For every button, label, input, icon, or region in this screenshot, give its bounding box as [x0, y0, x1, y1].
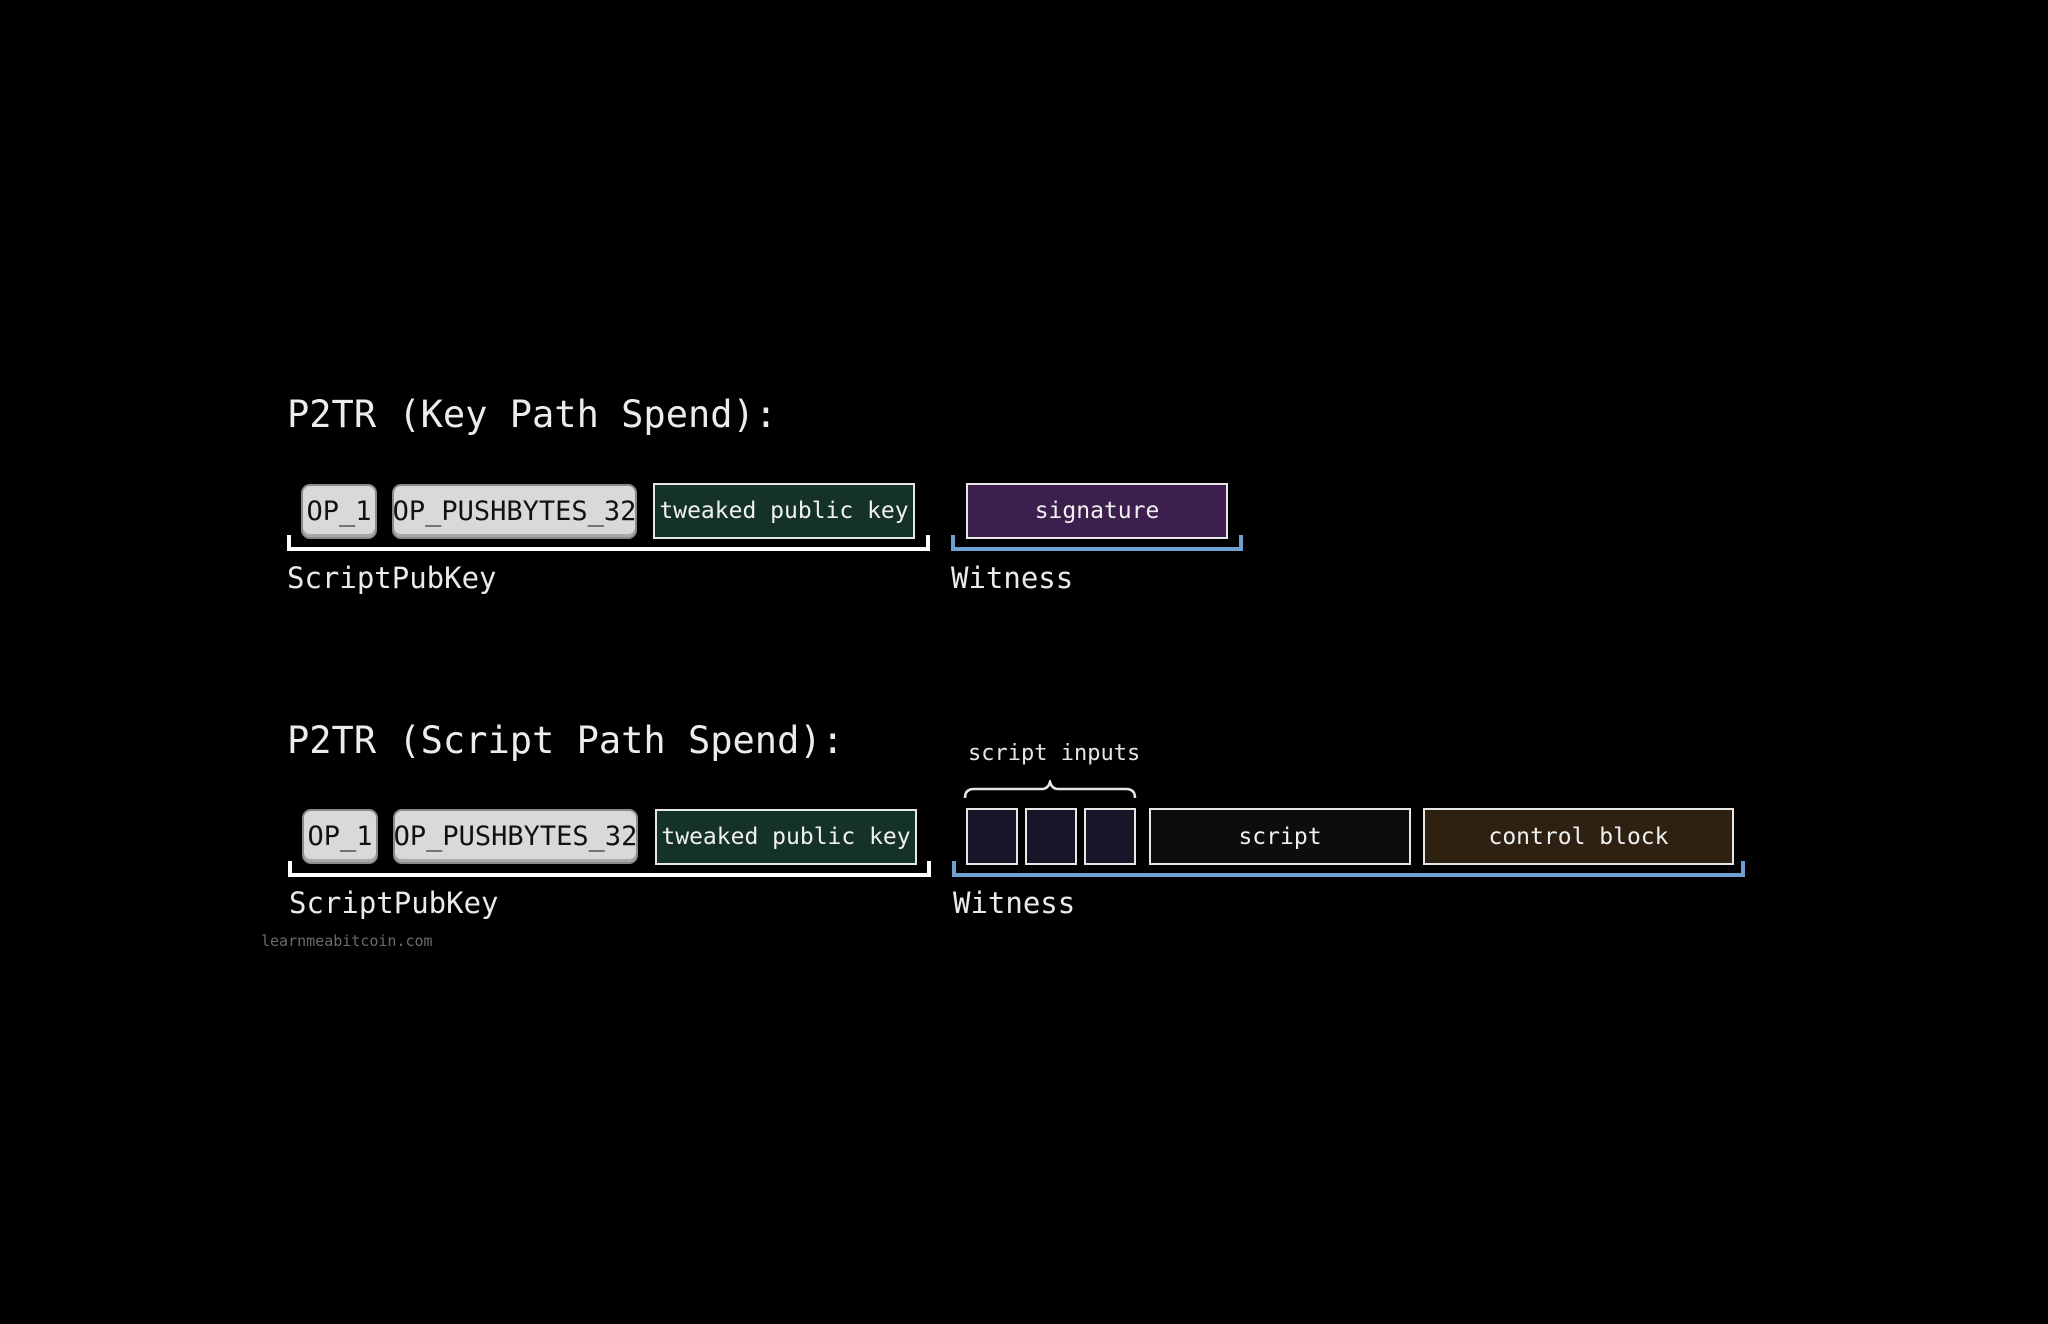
- key-path-scriptpubkey-label: ScriptPubKey: [287, 561, 497, 595]
- key-path-scriptpubkey-bracket: [287, 535, 930, 551]
- key-path-witness-label: Witness: [951, 561, 1074, 595]
- script-input-box-2: [1025, 808, 1077, 865]
- script-input-box-3: [1084, 808, 1136, 865]
- key-path-op-pushbytes-32: OP_PUSHBYTES_32: [392, 484, 637, 539]
- script-path-script: script: [1149, 808, 1411, 865]
- footer-watermark: learnmeabitcoin.com: [261, 932, 433, 950]
- script-input-box-1: [966, 808, 1018, 865]
- script-path-scriptpubkey-label: ScriptPubKey: [289, 886, 499, 920]
- script-path-control-block: control block: [1423, 808, 1734, 865]
- script-inputs-label: script inputs: [968, 741, 1141, 766]
- script-path-scriptpubkey-bracket: [288, 861, 931, 877]
- key-path-op-1: OP_1: [301, 484, 377, 539]
- script-path-witness-label: Witness: [953, 886, 1076, 920]
- key-path-title: P2TR (Key Path Spend):: [287, 393, 778, 436]
- script-inputs-brace: [963, 780, 1137, 799]
- script-path-title: P2TR (Script Path Spend):: [287, 719, 844, 762]
- script-path-tweaked-public-key: tweaked public key: [655, 809, 917, 865]
- script-path-op-pushbytes-32: OP_PUSHBYTES_32: [393, 809, 638, 864]
- key-path-signature: signature: [966, 483, 1228, 539]
- key-path-witness-bracket: [951, 535, 1243, 551]
- script-path-op-1: OP_1: [302, 809, 378, 864]
- script-path-witness-bracket: [952, 861, 1745, 877]
- key-path-tweaked-public-key: tweaked public key: [653, 483, 915, 539]
